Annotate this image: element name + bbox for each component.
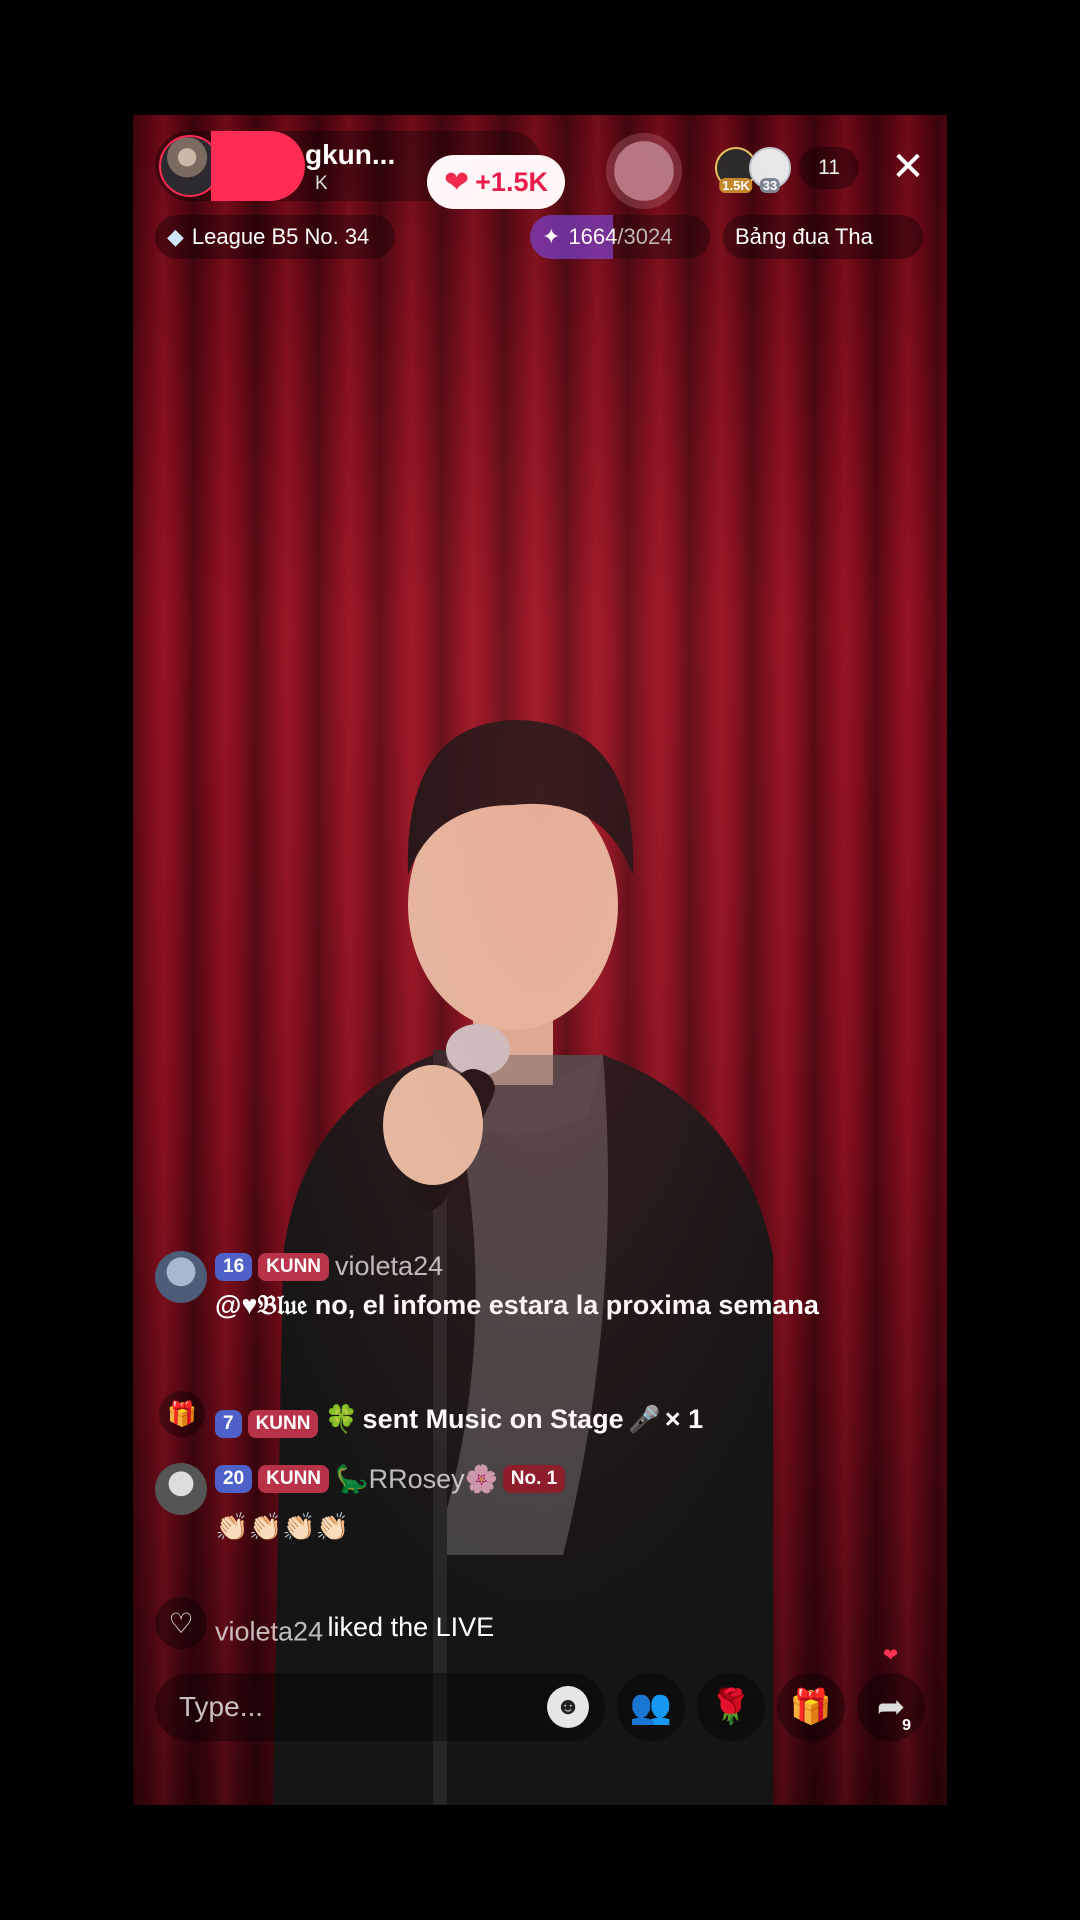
chat-username[interactable]: 🦕RRosey🌸 (335, 1464, 498, 1494)
chat-text: @♥𝔅𝔩𝔲𝔢 no, el infome estara la proxima s… (215, 1290, 819, 1320)
live-stream-video[interactable]: gkun... K ❤ +1.5K 1.5K 33 11 ✕ ◆ League … (133, 115, 947, 1805)
like-count-badge[interactable]: ❤ +1.5K (427, 155, 565, 209)
people-icon[interactable]: 👥 (617, 1673, 685, 1741)
gift-text: sent Music on Stage (362, 1404, 624, 1434)
record-icon (606, 133, 682, 209)
chat-username[interactable]: violeta24 (335, 1251, 443, 1281)
share-arrow: ➦ (876, 1688, 906, 1726)
like-text: liked the LIVE (327, 1612, 495, 1642)
gift-item-icon: 🎤 (628, 1404, 661, 1434)
emoji-icon[interactable]: ☻ (547, 1686, 589, 1728)
fan-badge: KUNN (247, 1409, 319, 1438)
close-icon[interactable]: ✕ (887, 147, 929, 189)
gift-goal-icon: ✦ (542, 224, 561, 249)
heart-icon: ❤ (444, 165, 470, 199)
league-chip[interactable]: ◆ League B5 No. 34 (155, 215, 395, 259)
gift-goal-chip[interactable]: ✦ 1664 /3024 (530, 215, 710, 259)
top-viewers[interactable]: 1.5K 33 11 (715, 145, 859, 193)
gift-goal-current: 1664 (568, 224, 618, 249)
performer-image (273, 720, 773, 1805)
comment-box[interactable]: ☻ (155, 1673, 605, 1741)
fan-badge: KUNN (258, 1465, 330, 1493)
level-badge: 16 (215, 1252, 253, 1281)
host-likes: K (315, 173, 328, 194)
gift-goal-total: /3024 (617, 224, 673, 249)
chat-text: 👏🏻👏🏻👏🏻👏🏻 (215, 1512, 350, 1542)
ranking-label: Bảng đua Tha (735, 224, 873, 249)
heart-outline-icon: ♡ (155, 1597, 207, 1649)
rose-icon[interactable]: 🌹 (697, 1673, 765, 1741)
gift-box-icon[interactable]: 🎁 (777, 1673, 845, 1741)
ranking-chip[interactable]: Bảng đua Tha (723, 215, 923, 259)
share-icon[interactable]: ➦ 9 (857, 1673, 925, 1741)
diamond-icon: ◆ (167, 224, 184, 249)
floating-heart-icon: ❤ (883, 1645, 899, 1665)
like-username[interactable]: violeta24 (215, 1616, 323, 1646)
host-profile[interactable]: gkun... K ❤ +1.5K (155, 131, 565, 209)
level-badge: 20 (215, 1465, 253, 1493)
league-label: League B5 No. 34 (191, 224, 370, 249)
gift-icon: 🎁 (159, 1391, 205, 1437)
share-count: 9 (902, 1717, 911, 1734)
viewer-badge: 1.5K (719, 178, 753, 193)
gift-quantity: × 1 (664, 1404, 704, 1434)
fan-badge: KUNN (258, 1252, 330, 1281)
level-badge: 7 (215, 1409, 242, 1438)
like-count: +1.5K (475, 166, 548, 197)
comment-input[interactable] (177, 1690, 547, 1724)
user-avatar[interactable] (155, 1251, 207, 1303)
host-name: gkun... (305, 139, 396, 170)
viewer-avatar[interactable]: 33 (749, 147, 791, 193)
viewer-badge: 33 (759, 178, 781, 193)
user-avatar[interactable] (155, 1463, 207, 1515)
follow-button[interactable] (211, 131, 305, 201)
chat-username[interactable]: 🍀 (324, 1404, 358, 1434)
viewer-count[interactable]: 11 (799, 147, 859, 189)
rank-badge: No. 1 (502, 1465, 566, 1493)
